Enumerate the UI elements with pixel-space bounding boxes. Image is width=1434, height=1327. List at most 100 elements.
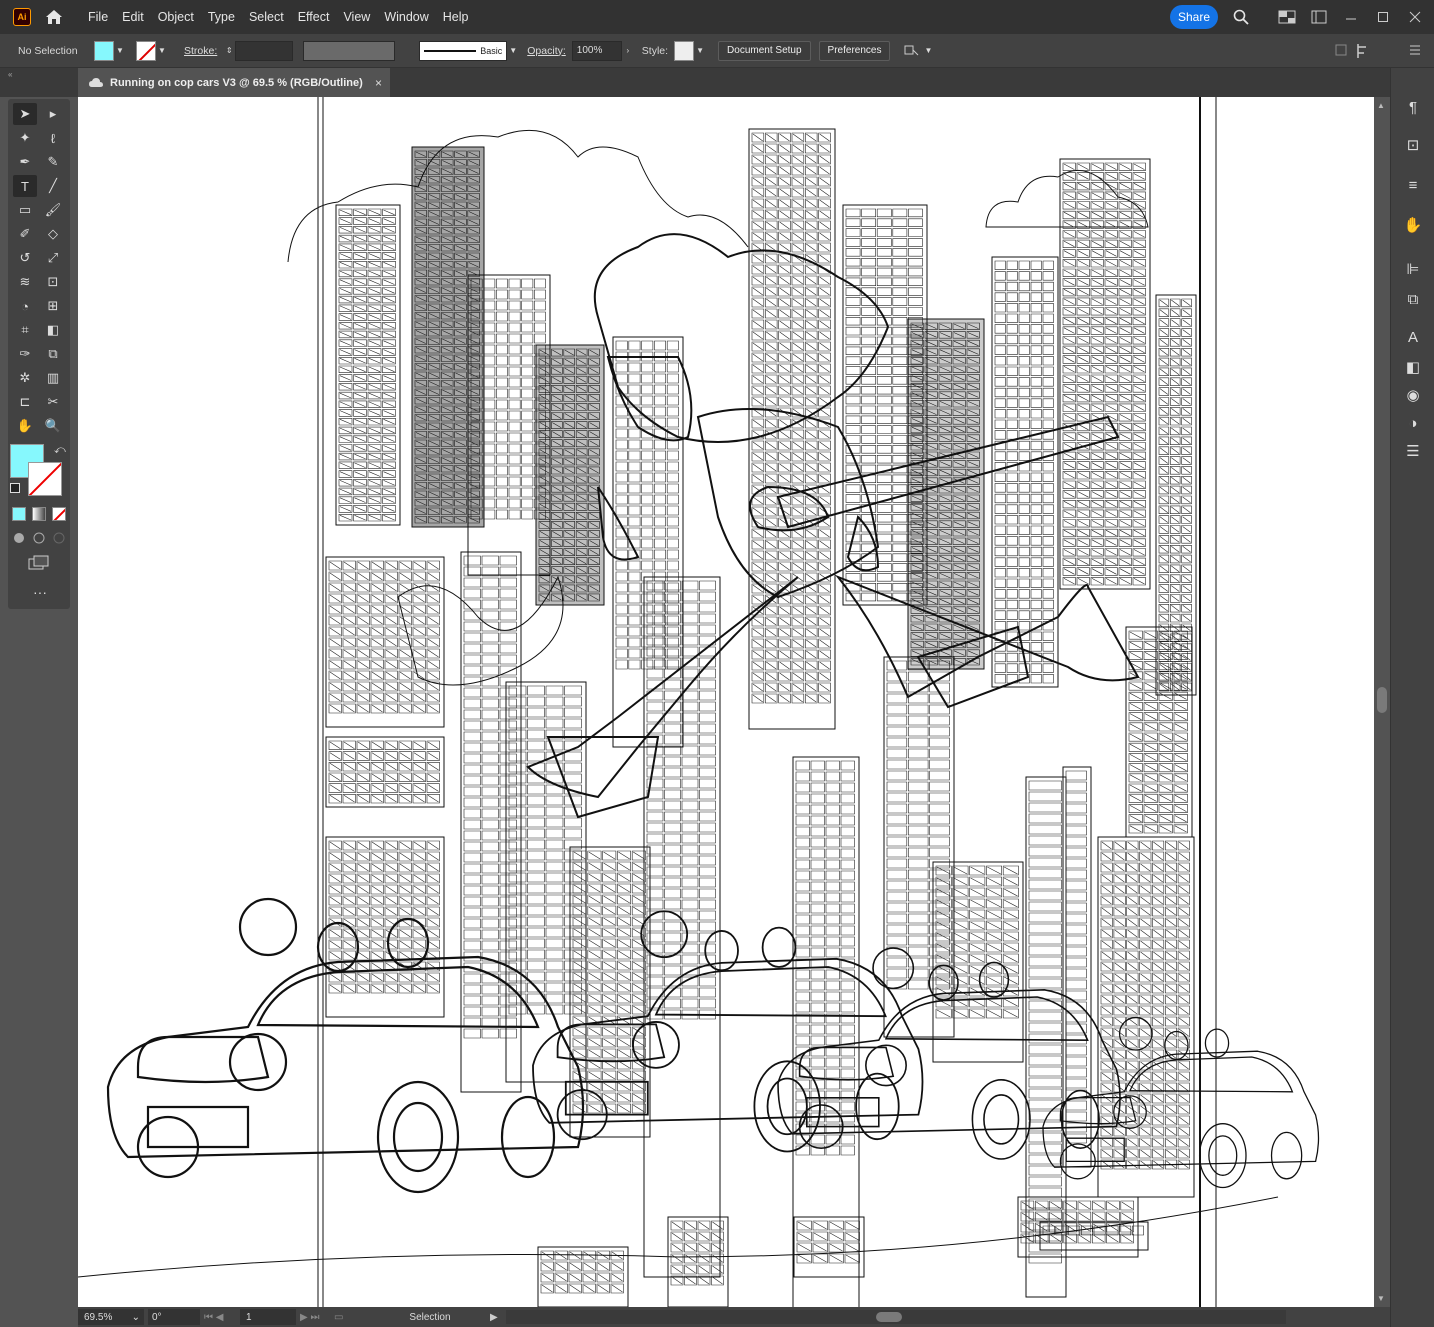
chevron-down-icon[interactable]: ▼: [694, 41, 706, 61]
vertical-scrollbar[interactable]: ▲ ▼: [1374, 97, 1390, 1307]
character-icon[interactable]: A: [1401, 326, 1425, 348]
rotate-view-field[interactable]: 0°: [148, 1309, 200, 1325]
blend-icon[interactable]: ⧉: [41, 343, 65, 365]
document-setup-button[interactable]: Document Setup: [718, 40, 811, 61]
column-graph-icon[interactable]: ▥: [41, 367, 65, 389]
stroke-color-swatch[interactable]: [28, 462, 62, 496]
shaper-icon[interactable]: ✐: [13, 223, 37, 245]
arrange-icon[interactable]: [900, 41, 922, 61]
fill-swatch[interactable]: [94, 40, 114, 61]
chevron-down-icon[interactable]: ▼: [156, 41, 168, 61]
artboard-nav-back-icon[interactable]: ⏮ ◀: [204, 1312, 240, 1323]
type-tool-icon[interactable]: T: [13, 175, 37, 197]
color-mode-icon[interactable]: [12, 507, 26, 521]
gradient-panel-icon[interactable]: ◧: [1401, 356, 1425, 378]
paintbrush-icon[interactable]: 🖌: [41, 199, 65, 221]
gradient-mode-icon[interactable]: [32, 507, 46, 521]
eyedropper-icon[interactable]: ✑: [13, 343, 37, 365]
artboard-nav-forward-icon[interactable]: ▶ ⏭: [300, 1312, 334, 1323]
paragraph-icon[interactable]: ¶: [1401, 96, 1425, 118]
color-theme-icon[interactable]: ◑: [1401, 412, 1425, 434]
status-menu-arrow-icon[interactable]: ▶: [490, 1312, 506, 1323]
workspace-icon[interactable]: [1306, 4, 1332, 30]
selection-tool-icon[interactable]: ➤: [13, 103, 37, 125]
edit-toolbar-icon[interactable]: ···: [33, 584, 47, 600]
arrange-documents-icon[interactable]: [1274, 4, 1300, 30]
menu-effect[interactable]: Effect: [291, 0, 337, 34]
perspective-grid-icon[interactable]: ⊞: [41, 295, 65, 317]
scroll-up-icon[interactable]: ▲: [1377, 101, 1385, 110]
collapse-panel-icon[interactable]: «: [8, 70, 12, 79]
document-tab[interactable]: Running on cop cars V3 @ 69.5 % (RGB/Out…: [78, 68, 390, 97]
close-tab-icon[interactable]: ×: [375, 76, 382, 90]
horizontal-scrollbar[interactable]: [506, 1310, 1286, 1324]
menu-select[interactable]: Select: [242, 0, 291, 34]
menu-help[interactable]: Help: [436, 0, 476, 34]
draw-normal-icon[interactable]: [12, 531, 66, 548]
shape-builder-icon[interactable]: ◔: [13, 295, 37, 317]
rectangle-tool-icon[interactable]: ▭: [13, 199, 37, 221]
brush-definition-field[interactable]: Basic: [419, 40, 508, 61]
magic-wand-icon[interactable]: ✦: [13, 127, 37, 149]
stroke-label[interactable]: Stroke:: [184, 45, 217, 57]
artboard-panel-icon[interactable]: ▭: [334, 1312, 370, 1323]
appearance-icon[interactable]: ◉: [1401, 384, 1425, 406]
chevron-down-icon[interactable]: ▼: [922, 41, 934, 61]
hand-icon[interactable]: ✋: [13, 415, 37, 437]
libraries-icon[interactable]: ✋: [1401, 214, 1425, 236]
scale-icon[interactable]: ⤢: [41, 247, 65, 269]
search-icon[interactable]: [1228, 4, 1254, 30]
screen-mode-icon[interactable]: [28, 555, 50, 574]
layers-icon[interactable]: ☰: [1401, 440, 1425, 462]
line-tool-icon[interactable]: ╱: [41, 175, 65, 197]
preferences-button[interactable]: Preferences: [818, 40, 891, 61]
minimize-icon[interactable]: [1338, 4, 1364, 30]
lasso-icon[interactable]: ℓ: [41, 127, 65, 149]
menu-view[interactable]: View: [336, 0, 377, 34]
eraser-icon[interactable]: ◇: [41, 223, 65, 245]
slice-icon[interactable]: ✂: [41, 391, 65, 413]
default-colors-icon[interactable]: [10, 483, 20, 493]
free-transform-icon[interactable]: ⊡: [41, 271, 65, 293]
menu-file[interactable]: File: [81, 0, 115, 34]
variable-width-field[interactable]: [303, 40, 396, 61]
zoom-field[interactable]: 69.5% ⌄: [78, 1309, 144, 1325]
graphic-style-swatch[interactable]: [674, 40, 695, 61]
swap-fill-stroke-icon[interactable]: ⤺: [54, 444, 66, 457]
vertical-scroll-thumb[interactable]: [1377, 687, 1387, 713]
menu-edit[interactable]: Edit: [115, 0, 151, 34]
direct-selection-tool-icon[interactable]: ▸: [41, 103, 65, 125]
symbol-sprayer-icon[interactable]: ✲: [13, 367, 37, 389]
artboard-icon[interactable]: ⊏: [13, 391, 37, 413]
share-button[interactable]: Share: [1170, 5, 1218, 29]
artboard-canvas[interactable]: [78, 97, 1374, 1307]
zoom-icon[interactable]: 🔍: [41, 415, 65, 437]
chevron-down-icon[interactable]: ▼: [114, 41, 126, 61]
menu-object[interactable]: Object: [151, 0, 201, 34]
chevron-down-icon[interactable]: ▼: [507, 41, 519, 61]
scroll-down-icon[interactable]: ▼: [1377, 1294, 1385, 1303]
home-icon[interactable]: [43, 6, 65, 28]
artboard-number-field[interactable]: 1: [240, 1309, 296, 1325]
horizontal-scroll-thumb[interactable]: [876, 1312, 902, 1322]
menu-type[interactable]: Type: [201, 0, 242, 34]
opacity-field[interactable]: 100%: [571, 40, 622, 61]
opacity-label[interactable]: Opacity:: [527, 45, 566, 57]
pathfinder-icon[interactable]: ⧉: [1401, 288, 1425, 310]
panel-menu-icon[interactable]: [1408, 43, 1422, 60]
gradient-icon[interactable]: ◧: [41, 319, 65, 341]
chevron-right-icon[interactable]: ›: [622, 41, 634, 61]
mesh-icon[interactable]: ⌗: [13, 319, 37, 341]
stroke-weight-field[interactable]: [235, 40, 294, 61]
curvature-icon[interactable]: ✎: [41, 151, 65, 173]
transform-icon[interactable]: ⊡: [1401, 134, 1425, 156]
stroke-stepper-icon[interactable]: ⇕: [223, 41, 235, 61]
close-window-icon[interactable]: [1402, 4, 1428, 30]
maximize-icon[interactable]: [1370, 4, 1396, 30]
none-mode-icon[interactable]: [52, 507, 66, 521]
pen-tool-icon[interactable]: ✒: [13, 151, 37, 173]
stroke-swatch[interactable]: [136, 40, 156, 61]
rotate-icon[interactable]: ↺: [13, 247, 37, 269]
properties-icon[interactable]: ≡: [1401, 174, 1425, 196]
align-icon[interactable]: ⊫: [1401, 258, 1425, 280]
